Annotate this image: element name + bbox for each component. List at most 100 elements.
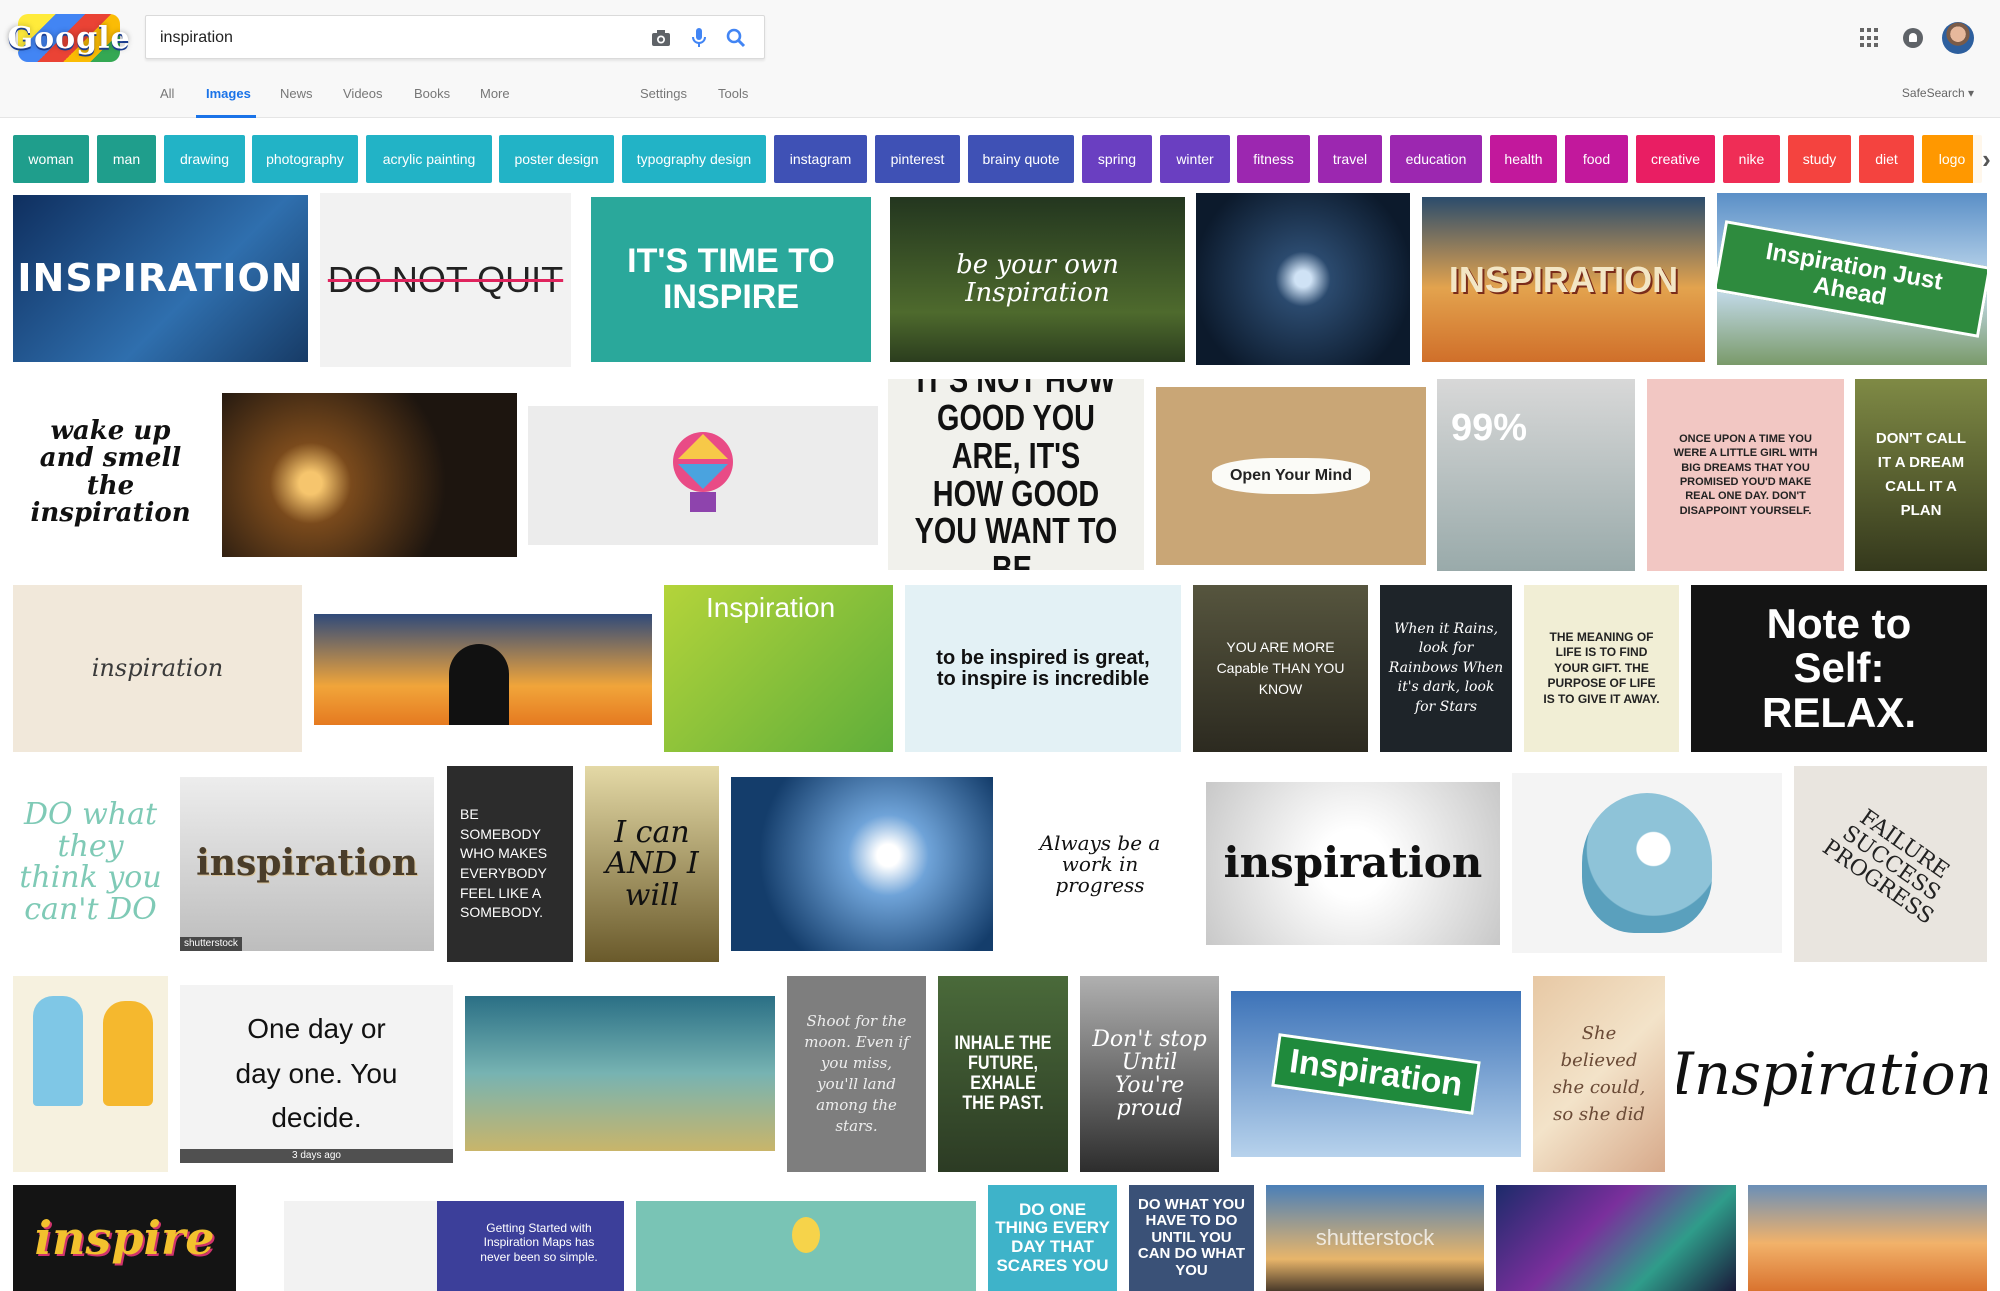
- image-result[interactable]: [13, 976, 168, 1172]
- image-result[interactable]: be your own Inspiration: [890, 197, 1185, 362]
- image-result[interactable]: Inspiration: [1677, 976, 1987, 1172]
- search-box[interactable]: inspiration: [145, 15, 765, 59]
- image-result[interactable]: [1496, 1185, 1736, 1291]
- image-caption: Inspiration: [1677, 1039, 1987, 1108]
- chip-instagram[interactable]: instagram: [774, 135, 867, 183]
- chip-nike[interactable]: nike: [1723, 135, 1780, 183]
- image-result[interactable]: DO WHAT YOU HAVE TO DO UNTIL YOU CAN DO …: [1129, 1185, 1254, 1291]
- image-result[interactable]: wake up and smell the inspiration: [13, 380, 208, 565]
- image-result[interactable]: Inspiration: [1231, 991, 1521, 1157]
- chip-poster-design[interactable]: poster design: [499, 135, 614, 183]
- chip-education[interactable]: education: [1390, 135, 1482, 183]
- chip-food[interactable]: food: [1565, 135, 1628, 183]
- chip-photography[interactable]: photography: [252, 135, 358, 183]
- image-caption: INSPIRATION: [17, 255, 304, 300]
- image-result[interactable]: IT'S NOT HOW GOOD YOU ARE, IT'S HOW GOOD…: [888, 379, 1144, 570]
- image-result[interactable]: [222, 393, 517, 557]
- image-result[interactable]: YOU ARE MORE Capable THAN YOU KNOW: [1193, 585, 1368, 752]
- image-result[interactable]: DO what they think you can't DO: [13, 766, 168, 958]
- image-result[interactable]: inspire: [13, 1185, 236, 1291]
- image-result[interactable]: Note to Self: RELAX.: [1691, 585, 1987, 752]
- image-result[interactable]: shutterstock: [1266, 1185, 1484, 1291]
- image-result[interactable]: Getting Started with Inspiration Maps ha…: [284, 1201, 624, 1291]
- image-result[interactable]: One day or day one. You decide. 3 days ag…: [180, 985, 453, 1163]
- avatar[interactable]: [1942, 22, 1974, 54]
- chip-winter[interactable]: winter: [1160, 135, 1230, 183]
- image-result[interactable]: She believed she could, so she did: [1533, 976, 1665, 1172]
- image-caption: inspiration: [91, 653, 224, 682]
- tab-videos[interactable]: Videos: [343, 86, 383, 101]
- image-result[interactable]: Don't stop Until You're proud: [1080, 976, 1219, 1172]
- image-result[interactable]: [314, 614, 652, 725]
- image-result[interactable]: [465, 996, 775, 1151]
- google-doodle-logo[interactable]: Google: [7, 14, 130, 62]
- chevron-right-icon[interactable]: ›: [1973, 135, 2000, 183]
- image-result[interactable]: INSPIRATION: [13, 195, 308, 362]
- chip-brainy-quote[interactable]: brainy quote: [968, 135, 1074, 183]
- image-result[interactable]: FAILURE SUCCESS PROGRESS: [1794, 766, 1987, 962]
- tools-link[interactable]: Tools: [718, 86, 748, 101]
- search-input[interactable]: inspiration: [160, 29, 233, 47]
- image-caption: INSPIRATION: [1448, 258, 1679, 300]
- image-result[interactable]: IT'S TIME TO INSPIRE: [591, 197, 871, 362]
- image-result[interactable]: inspiration shutterstock: [180, 777, 434, 951]
- settings-link[interactable]: Settings: [640, 86, 687, 101]
- image-result[interactable]: Always be a work in progress: [1005, 795, 1195, 934]
- image-result[interactable]: Inspiration: [664, 585, 893, 752]
- image-caption: THE MEANING OF LIFE IS TO FIND YOUR GIFT…: [1543, 629, 1660, 706]
- tab-all[interactable]: All: [160, 86, 174, 101]
- tab-images[interactable]: Images: [206, 86, 251, 101]
- tab-news[interactable]: News: [280, 86, 313, 101]
- image-result[interactable]: [1512, 773, 1782, 953]
- tab-books[interactable]: Books: [414, 86, 450, 101]
- tab-more[interactable]: More: [480, 86, 510, 101]
- chip-health[interactable]: health: [1490, 135, 1557, 183]
- chip-fitness[interactable]: fitness: [1237, 135, 1310, 183]
- image-result[interactable]: INSPIRATION: [1422, 197, 1705, 362]
- chip-man[interactable]: man: [97, 135, 156, 183]
- microphone-icon[interactable]: [687, 26, 711, 50]
- image-result[interactable]: DO NOT QUIT: [320, 193, 571, 367]
- image-result[interactable]: inspiration: [1206, 782, 1500, 945]
- search-icon[interactable]: [724, 26, 748, 50]
- image-result[interactable]: When it Rains, look for Rainbows When it…: [1380, 585, 1512, 752]
- image-result[interactable]: [731, 777, 993, 951]
- apps-icon[interactable]: [1860, 28, 1880, 48]
- camera-icon[interactable]: [649, 26, 673, 50]
- image-result[interactable]: I can AND I will: [585, 766, 719, 962]
- image-result[interactable]: ONCE UPON A TIME YOU WERE A LITTLE GIRL …: [1647, 379, 1844, 571]
- image-result[interactable]: THE MEANING OF LIFE IS TO FIND YOUR GIFT…: [1524, 585, 1679, 752]
- chip-woman[interactable]: woman: [13, 135, 89, 183]
- image-caption: One day or day one. You decide.: [235, 1012, 398, 1134]
- notifications-icon[interactable]: [1903, 28, 1923, 48]
- image-caption: to be inspired is great, to inspire is i…: [936, 646, 1150, 690]
- image-caption: Inspiration: [1271, 1033, 1481, 1115]
- chip-spring[interactable]: spring: [1082, 135, 1152, 183]
- chip-typography-design[interactable]: typography design: [622, 135, 766, 183]
- image-caption: DON'T CALL IT A DREAM CALL IT A PLAN: [1875, 430, 1967, 519]
- image-result[interactable]: Shoot for the moon. Even if you miss, yo…: [787, 976, 926, 1172]
- image-result[interactable]: INHALE THE FUTURE, EXHALE THE PAST.: [938, 976, 1068, 1172]
- image-result[interactable]: BE SOMEBODY WHO MAKES EVERYBODY FEEL LIK…: [447, 766, 573, 962]
- chip-acrylic-painting[interactable]: acrylic painting: [366, 135, 492, 183]
- image-result[interactable]: inspiration: [13, 585, 302, 752]
- chip-drawing[interactable]: drawing: [164, 135, 245, 183]
- image-result[interactable]: [636, 1201, 976, 1291]
- safesearch-dropdown[interactable]: SafeSearch ▾: [1902, 86, 1974, 100]
- chip-pinterest[interactable]: pinterest: [875, 135, 960, 183]
- image-result[interactable]: to be inspired is great, to inspire is i…: [905, 585, 1181, 752]
- image-caption: When it Rains, look for Rainbows When it…: [1388, 620, 1504, 715]
- chip-travel[interactable]: travel: [1318, 135, 1382, 183]
- chip-study[interactable]: study: [1788, 135, 1851, 183]
- image-result[interactable]: DO ONE THING EVERY DAY THAT SCARES YOU: [988, 1185, 1117, 1291]
- image-result[interactable]: 99%: [1437, 379, 1635, 571]
- image-result[interactable]: [528, 406, 878, 545]
- image-result[interactable]: Open Your Mind: [1156, 387, 1426, 565]
- image-result[interactable]: DON'T CALL IT A DREAM CALL IT A PLAN: [1855, 379, 1987, 571]
- image-caption: ONCE UPON A TIME YOU WERE A LITTLE GIRL …: [1673, 433, 1818, 517]
- image-result[interactable]: Inspiration Just Ahead: [1717, 193, 1987, 365]
- image-result[interactable]: [1748, 1185, 1987, 1291]
- chip-creative[interactable]: creative: [1636, 135, 1715, 183]
- image-result[interactable]: [1196, 193, 1410, 365]
- chip-diet[interactable]: diet: [1859, 135, 1914, 183]
